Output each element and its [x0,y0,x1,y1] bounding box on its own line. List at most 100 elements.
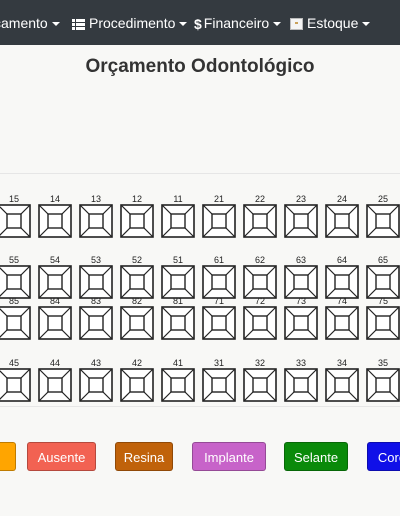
tooth-number: 72 [254,296,265,306]
tooth-number: 25 [377,194,388,204]
tooth-number: 11 [173,194,183,204]
tooth-83[interactable]: 83 [76,296,116,340]
tooth-15[interactable]: 15 [0,194,34,238]
tooth-icon [366,265,400,299]
tooth-number: 71 [213,296,224,306]
nav-orcamento[interactable]: çamento [0,14,60,32]
tooth-number: 82 [131,296,142,306]
tooth-number: 74 [336,296,347,306]
tooth-74[interactable]: 74 [322,296,362,340]
tooth-72[interactable]: 72 [240,296,280,340]
legend-button-orange[interactable] [0,442,16,471]
legend-button-ausente[interactable]: Ausente [27,442,96,471]
nav-procedimento[interactable]: Procedimento [72,14,188,32]
tooth-number: 43 [90,358,101,368]
tooth-icon [79,368,113,402]
legend-button-selante[interactable]: Selante [284,442,348,471]
tooth-55[interactable]: 55 [0,255,34,299]
tooth-51[interactable]: 51 [158,255,198,299]
tooth-63[interactable]: 63 [281,255,321,299]
tooth-85[interactable]: 85 [0,296,34,340]
tooth-82[interactable]: 82 [117,296,157,340]
tooth-icon [120,306,154,340]
chevron-down-icon [273,22,282,27]
nav-estoque[interactable]: Estoque [290,14,371,32]
tooth-number: 54 [49,255,60,265]
tooth-62[interactable]: 62 [240,255,280,299]
tooth-icon [243,265,277,299]
tooth-icon [79,265,113,299]
tooth-45[interactable]: 45 [0,358,34,402]
tooth-65[interactable]: 65 [363,255,400,299]
tooth-number: 41 [172,358,183,368]
tooth-icon [243,306,277,340]
tooth-73[interactable]: 73 [281,296,321,340]
tooth-number: 21 [213,194,224,204]
legend-button-resina[interactable]: Resina [115,442,173,471]
box-icon [290,18,303,31]
nav-procedimento-label: Procedimento [89,15,176,31]
tooth-53[interactable]: 53 [76,255,116,299]
nav-financeiro-label: Financeiro [203,15,270,31]
tooth-35[interactable]: 35 [363,358,400,402]
tooth-icon [202,306,236,340]
tooth-icon [79,204,113,238]
tooth-number: 55 [8,255,19,265]
tooth-number: 34 [336,358,347,368]
tooth-41[interactable]: 41 [158,358,198,402]
tooth-75[interactable]: 75 [363,296,400,340]
tooth-number: 42 [131,358,142,368]
tooth-43[interactable]: 43 [76,358,116,402]
tooth-22[interactable]: 22 [240,194,280,238]
legend-button-implante[interactable]: Implante [192,442,266,471]
tooth-icon [120,204,154,238]
tooth-number: 23 [295,194,306,204]
tooth-33[interactable]: 33 [281,358,321,402]
tooth-icon [38,306,72,340]
tooth-84[interactable]: 84 [35,296,75,340]
tooth-icon [325,306,359,340]
tooth-71[interactable]: 71 [199,296,239,340]
tooth-icon [120,265,154,299]
tooth-12[interactable]: 12 [117,194,157,238]
tooth-icon [243,204,277,238]
tooth-14[interactable]: 14 [35,194,75,238]
top-navbar: çamento Procedimento $Financeiro Estoque [0,0,400,45]
tooth-number: 44 [49,358,60,368]
tooth-52[interactable]: 52 [117,255,157,299]
tooth-number: 53 [90,255,101,265]
nav-orcamento-label: çamento [0,15,48,31]
tooth-23[interactable]: 23 [281,194,321,238]
tooth-13[interactable]: 13 [76,194,116,238]
tooth-icon [366,368,400,402]
tooth-icon [284,368,318,402]
legend-button-coroa[interactable]: Coro [367,442,400,471]
tooth-number: 84 [49,296,60,306]
tooth-number: 15 [8,194,19,204]
tooth-32[interactable]: 32 [240,358,280,402]
tooth-34[interactable]: 34 [322,358,362,402]
tooth-icon [161,265,195,299]
tooth-31[interactable]: 31 [199,358,239,402]
tooth-42[interactable]: 42 [117,358,157,402]
tooth-64[interactable]: 64 [322,255,362,299]
tooth-21[interactable]: 21 [199,194,239,238]
page-title: Orçamento Odontológico [85,56,315,77]
tooth-24[interactable]: 24 [322,194,362,238]
tooth-81[interactable]: 81 [158,296,198,340]
tooth-25[interactable]: 25 [363,194,400,238]
tooth-icon [325,204,359,238]
tooth-icon [0,204,31,238]
list-icon [72,18,85,30]
tooth-number: 51 [172,255,183,265]
tooth-icon [284,204,318,238]
tooth-icon [38,368,72,402]
tooth-number: 31 [213,358,224,368]
tooth-icon [0,306,31,340]
tooth-44[interactable]: 44 [35,358,75,402]
tooth-number: 63 [295,255,306,265]
tooth-61[interactable]: 61 [199,255,239,299]
tooth-54[interactable]: 54 [35,255,75,299]
tooth-11[interactable]: 11 [158,194,198,238]
nav-financeiro[interactable]: $ Financeiro [194,14,282,32]
